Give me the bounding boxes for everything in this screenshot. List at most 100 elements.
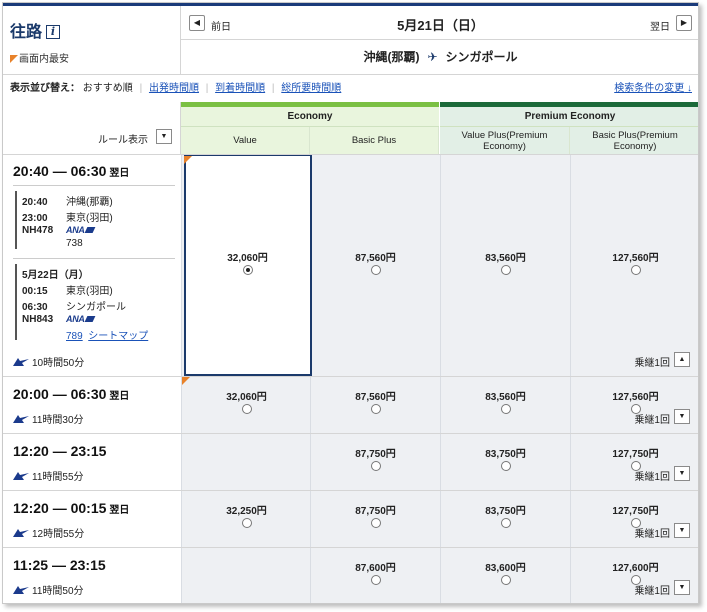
fare-radio[interactable] — [630, 518, 641, 528]
arrival-time: 23:15 — [70, 443, 107, 459]
flight-time: 20:40 — 06:30 翌日 — [13, 163, 129, 179]
row-divider — [3, 154, 698, 155]
fare-option[interactable]: 87,600円 — [311, 559, 440, 585]
sort-departure-link[interactable]: 出発時間順 — [149, 83, 199, 94]
fare-option[interactable]: 83,560円 — [441, 388, 570, 414]
rule-toggle-button[interactable]: ▼ — [156, 129, 172, 144]
fare-option[interactable]: 127,750円 — [571, 502, 698, 528]
fare-radio[interactable] — [242, 265, 253, 275]
fare-radio[interactable] — [370, 265, 381, 275]
fare-option[interactable]: 83,560円 — [441, 249, 570, 275]
segment-dep-time: 00:15 — [22, 286, 48, 297]
route: 沖縄(那覇) ✈ シンガポール — [181, 40, 698, 74]
sort-duration-link[interactable]: 総所要時間順 — [281, 83, 341, 94]
fare-price: 83,750円 — [485, 506, 526, 517]
segment-dep-time: 20:40 — [22, 197, 48, 208]
segment-arr-airport: 東京(羽田) — [66, 213, 113, 224]
cheapest-legend: 画面内最安 — [10, 50, 69, 65]
arrival-time: 06:30 — [70, 163, 107, 179]
fare-radio[interactable] — [630, 575, 641, 585]
divider: | — [205, 83, 209, 94]
duration-label: 11時間30分 — [32, 415, 84, 426]
direction-label: 往路 — [10, 24, 43, 41]
change-search-link[interactable]: 検索条件の変更 ↓ — [614, 75, 692, 103]
row-divider — [3, 490, 698, 491]
flight-time: 12:20 — 23:15 — [13, 443, 109, 459]
fare-option[interactable]: 127,560円 — [571, 249, 698, 275]
departure-time: 11:25 — [13, 557, 49, 573]
seatmap-link[interactable]: シートマップ — [88, 331, 148, 342]
sort-arrival-link[interactable]: 到着時間順 — [215, 83, 265, 94]
selected-date: 5月21日（日） — [397, 18, 484, 33]
rule-label: ルール表示 — [98, 135, 148, 146]
cheapest-legend-label: 画面内最安 — [19, 54, 69, 65]
next-day-label[interactable]: 翌日 — [650, 18, 670, 33]
segment-aircraft: 738 — [22, 238, 83, 249]
fare-option[interactable]: 32,060円 — [183, 249, 312, 275]
ana-logo: ANA — [66, 314, 96, 324]
fare-price: 32,060円 — [226, 392, 267, 403]
chevron-up-icon: ▲ — [678, 356, 686, 363]
fare-price: 127,560円 — [612, 392, 659, 403]
fare-radio[interactable] — [241, 404, 252, 414]
fare-radio[interactable] — [500, 575, 511, 585]
airline-name: ANA — [66, 225, 85, 235]
fare-radio[interactable] — [370, 461, 381, 471]
fare-option[interactable]: 87,560円 — [311, 388, 440, 414]
fare-radio[interactable] — [370, 518, 381, 528]
duration: 11時間55分 — [13, 468, 84, 483]
arrival-time: 06:30 — [70, 386, 107, 402]
segment-line — [15, 191, 17, 249]
duration-label: 11時間55分 — [32, 472, 84, 483]
fare-option[interactable]: 83,600円 — [441, 559, 570, 585]
flight-time: 11:25 — 23:15 — [13, 557, 109, 573]
next-day-button[interactable]: ▶ — [676, 15, 692, 31]
fare-option[interactable]: 127,600円 — [571, 559, 698, 585]
time-dash: — — [52, 386, 67, 402]
flight-duration-icon — [13, 358, 29, 366]
flight-number: NH478 — [22, 225, 54, 236]
fare-radio[interactable] — [500, 518, 511, 528]
fare-price: 87,600円 — [355, 563, 396, 574]
fare-option[interactable]: 83,750円 — [441, 502, 570, 528]
segment-arr-time: 06:30 — [22, 302, 48, 313]
direction-panel: 往路 i 画面内最安 — [3, 6, 181, 74]
fare-radio[interactable] — [500, 265, 511, 275]
segment-departure: 20:40 沖縄(那覇) — [22, 193, 113, 208]
fare-price: 83,560円 — [485, 392, 526, 403]
aircraft-link[interactable]: 789 — [66, 331, 83, 342]
fare-radio[interactable] — [370, 404, 381, 414]
fare-option[interactable]: 32,060円 — [182, 388, 311, 414]
fare-radio[interactable] — [500, 404, 511, 414]
fare-option[interactable]: 127,560円 — [571, 388, 698, 414]
fare-option[interactable]: 32,250円 — [182, 502, 311, 528]
fare-price: 127,750円 — [612, 449, 659, 460]
chevron-down-icon: ▼ — [678, 584, 686, 591]
next-day-badge: 翌日 — [109, 391, 130, 402]
fare-option[interactable]: 87,750円 — [311, 502, 440, 528]
collapse-button[interactable]: ▲ — [674, 352, 690, 367]
fare-radio[interactable] — [630, 461, 641, 471]
duration-label: 12時間55分 — [32, 529, 85, 540]
segment-arrival: 23:00 東京(羽田) — [22, 209, 113, 224]
fare-radio[interactable] — [370, 575, 381, 585]
fare-radio[interactable] — [630, 404, 641, 414]
segment-arr-airport: シンガポール — [66, 302, 126, 313]
flight-duration-icon — [13, 472, 29, 480]
aircraft-type: 738 — [66, 238, 83, 249]
info-icon[interactable]: i — [46, 25, 61, 39]
flight-time: 20:00 — 06:30 翌日 — [13, 386, 129, 402]
fare-radio[interactable] — [630, 265, 641, 275]
fare-type-value: Value — [181, 127, 310, 154]
segment-flight: NH843 ANA — [22, 314, 96, 325]
fare-option[interactable]: 87,750円 — [311, 445, 440, 471]
fare-option[interactable]: 127,750円 — [571, 445, 698, 471]
fare-option[interactable]: 87,560円 — [311, 249, 440, 275]
fare-radio[interactable] — [241, 518, 252, 528]
fare-radio[interactable] — [500, 461, 511, 471]
rule-cell: ルール表示 ▼ — [3, 102, 181, 154]
row-divider — [3, 433, 698, 434]
fare-option[interactable]: 83,750円 — [441, 445, 570, 471]
duration: 10時間50分 — [13, 354, 84, 369]
next-day-badge: 翌日 — [109, 168, 130, 179]
